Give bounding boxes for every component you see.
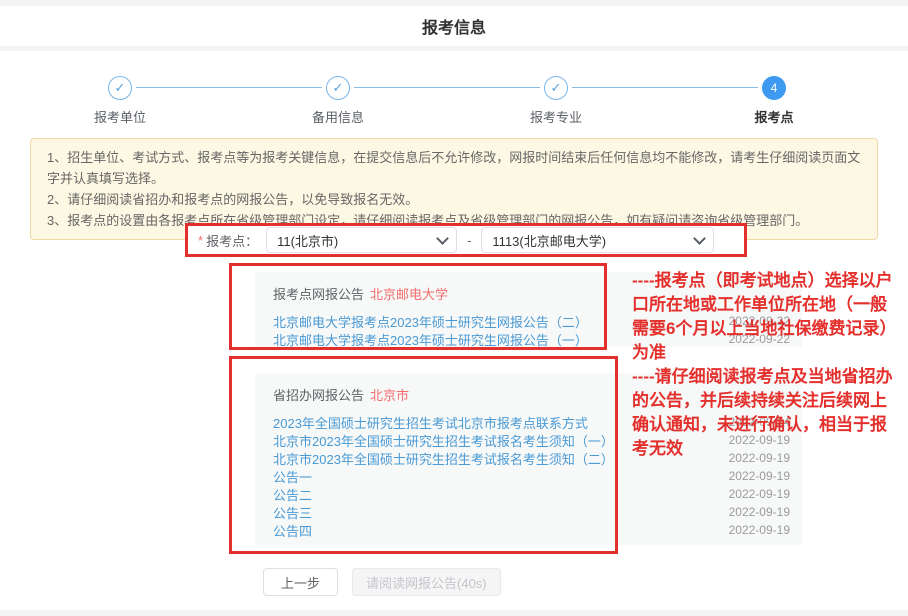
announcement-date: 2022-09-19	[729, 451, 790, 465]
stepper-step-backup-info: ✓ 备用信息	[268, 76, 408, 126]
announcement-date: 2022-09-19	[729, 469, 790, 483]
exam-site-label: 报考点：	[206, 231, 258, 250]
province-announcement-list: 2023年全国硕士研究生招生考试北京市报考点联系方式 2022-09-24 北京…	[273, 413, 790, 539]
exam-site-select[interactable]: 1113(北京邮电大学)	[481, 227, 714, 253]
announcement-link[interactable]: 公告二	[273, 485, 312, 504]
announcement-link[interactable]: 北京市2023年全国硕士研究生招生考试报名考生须知（一）	[273, 431, 614, 450]
heading-label: 报考点网报公告	[273, 287, 364, 302]
progress-stepper: ✓ 报考单位 ✓ 备用信息 ✓ 报考专业 4 报考点	[0, 60, 908, 122]
announcement-date: 2022-09-22	[729, 332, 790, 346]
announcement-link[interactable]: 2023年全国硕士研究生招生考试北京市报考点联系方式	[273, 413, 588, 432]
announcement-row: 北京市2023年全国硕士研究生招生考试报名考生须知（二） 2022-09-19	[273, 449, 790, 467]
site-announcement-list: 北京邮电大学报考点2023年硕士研究生网报公告（二） 2022-09-22 北京…	[273, 312, 790, 348]
announcement-date: 2022-09-24	[729, 415, 790, 429]
announcement-date: 2022-09-19	[729, 487, 790, 501]
announcement-date: 2022-09-19	[729, 505, 790, 519]
announcement-link[interactable]: 公告四	[273, 521, 312, 540]
stepper-step-label: 备用信息	[268, 107, 408, 126]
announcement-link[interactable]: 北京市2023年全国硕士研究生招生考试报名考生须知（二）	[273, 449, 614, 468]
heading-label: 省招办网报公告	[273, 388, 364, 403]
announcement-link[interactable]: 北京邮电大学报考点2023年硕士研究生网报公告（二）	[273, 312, 588, 331]
check-icon: ✓	[108, 76, 132, 100]
announcement-date: 2022-09-19	[729, 523, 790, 537]
site-announcements-heading: 报考点网报公告北京邮电大学	[273, 284, 790, 304]
stepper-step-major: ✓ 报考专业	[486, 76, 626, 126]
announcement-row: 北京邮电大学报考点2023年硕士研究生网报公告（二） 2022-09-22	[273, 312, 790, 330]
chevron-down-icon	[694, 232, 707, 245]
site-announcements-panel: 报考点网报公告北京邮电大学 北京邮电大学报考点2023年硕士研究生网报公告（二）…	[255, 272, 802, 347]
announcement-date: 2022-09-19	[729, 433, 790, 447]
check-icon: ✓	[544, 76, 568, 100]
page-title: 报考信息	[0, 6, 908, 46]
select-separator: -	[467, 233, 471, 248]
announcement-link[interactable]: 公告一	[273, 467, 312, 486]
stepper-step-label: 报考单位	[50, 107, 190, 126]
province-announcements-heading: 省招办网报公告北京市	[273, 385, 790, 405]
step-number-badge: 4	[762, 76, 786, 100]
stepper-step-label: 报考专业	[486, 107, 626, 126]
announcement-link[interactable]: 公告三	[273, 503, 312, 522]
read-announcement-countdown-button[interactable]: 请阅读网报公告(40s)	[352, 568, 501, 596]
check-icon: ✓	[326, 76, 350, 100]
org-name: 北京邮电大学	[370, 287, 448, 302]
chevron-down-icon	[436, 232, 449, 245]
province-select-value: 11(北京市)	[277, 231, 338, 250]
province-announcements-panel: 省招办网报公告北京市 2023年全国硕士研究生招生考试北京市报考点联系方式 20…	[255, 373, 802, 545]
stepper-step-unit: ✓ 报考单位	[50, 76, 190, 126]
announcement-row: 公告三 2022-09-19	[273, 503, 790, 521]
announcement-row: 北京市2023年全国硕士研究生招生考试报名考生须知（一） 2022-09-19	[273, 431, 790, 449]
announcement-row: 2023年全国硕士研究生招生考试北京市报考点联系方式 2022-09-24	[273, 413, 790, 431]
exam-site-form-row: * 报考点： 11(北京市) - 1113(北京邮电大学)	[185, 223, 747, 257]
stepper-connector-line	[122, 87, 774, 88]
announcement-row: 北京邮电大学报考点2023年硕士研究生网报公告（一） 2022-09-22	[273, 330, 790, 348]
bottom-edge-strip	[0, 610, 908, 616]
required-asterisk: *	[198, 233, 203, 248]
stepper-step-exam-site: 4 报考点	[704, 76, 844, 126]
announcement-date: 2022-09-22	[729, 314, 790, 328]
announcement-row: 公告二 2022-09-19	[273, 485, 790, 503]
title-divider	[0, 46, 908, 51]
exam-site-select-value: 1113(北京邮电大学)	[492, 231, 606, 250]
announcement-row: 公告四 2022-09-19	[273, 521, 790, 539]
province-select[interactable]: 11(北京市)	[266, 227, 457, 253]
stepper-step-label: 报考点	[704, 107, 844, 126]
org-name: 北京市	[370, 388, 409, 403]
footer-buttons: 上一步 请阅读网报公告(40s)	[263, 568, 501, 596]
announcement-row: 公告一 2022-09-19	[273, 467, 790, 485]
announcement-link[interactable]: 北京邮电大学报考点2023年硕士研究生网报公告（一）	[273, 330, 588, 349]
previous-step-button[interactable]: 上一步	[263, 568, 338, 596]
